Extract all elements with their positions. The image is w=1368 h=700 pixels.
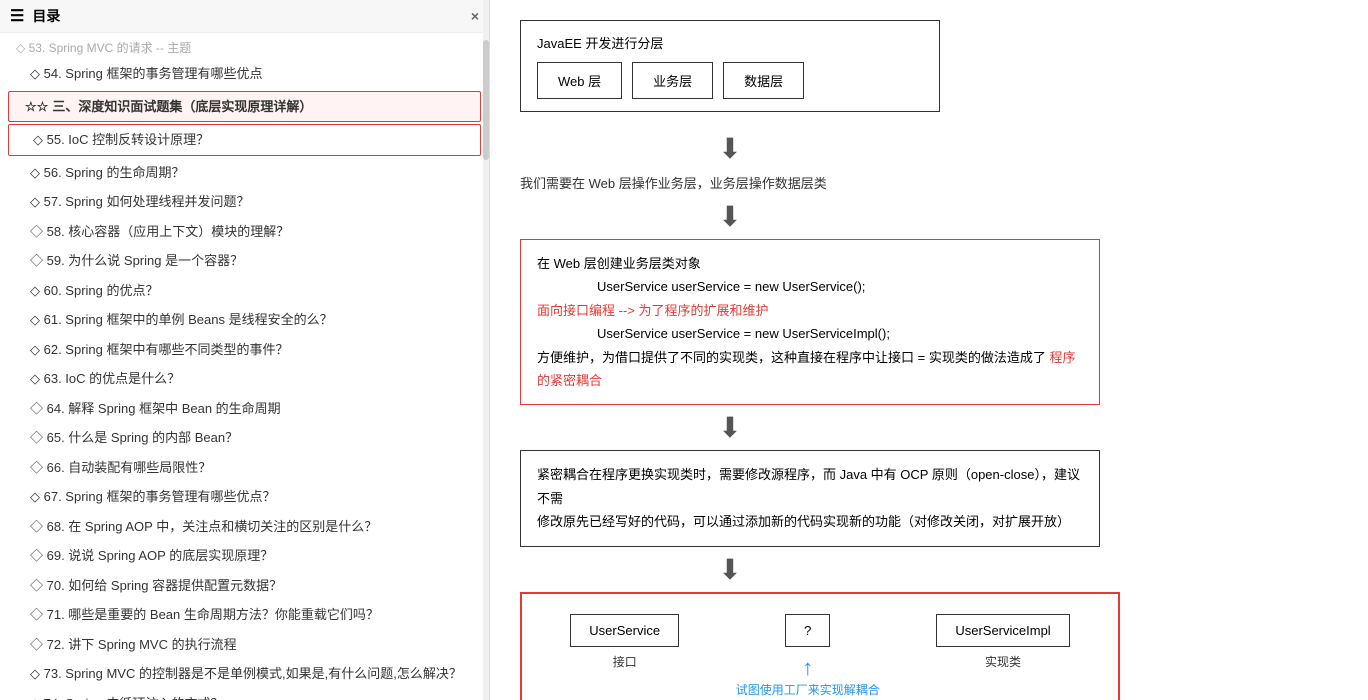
javaee-diagram: JavaEE 开发进行分层 Web 层 业务层 数据层 bbox=[520, 20, 1338, 112]
javaee-box: JavaEE 开发进行分层 Web 层 业务层 数据层 bbox=[520, 20, 940, 112]
toc-item-67[interactable]: ◇ 67. Spring 框架的事务管理有哪些优点？ bbox=[0, 482, 489, 512]
factory-node-userservice: UserService 接口 bbox=[570, 614, 679, 670]
arrow-down-2: ⬇ bbox=[520, 200, 940, 233]
javaee-title: JavaEE 开发进行分层 bbox=[537, 33, 923, 52]
toc-item-61[interactable]: ◇ 61. Spring 框架中的单例 Beans 是线程安全的么？ bbox=[0, 305, 489, 335]
userimpl-box: UserServiceImpl bbox=[936, 614, 1069, 647]
toc-scrollbar-thumb[interactable] bbox=[483, 40, 489, 160]
factory-arrow-text: 试图使用工厂来实现解耦合 bbox=[736, 681, 880, 698]
toc-item-label: ◇ 56. Spring 的生命周期？ bbox=[30, 163, 184, 183]
toc-item-72[interactable]: ◇ 72. 讲下 Spring MVC 的执行流程 bbox=[0, 630, 489, 660]
factory-node-question: ? ↑ 试图使用工厂来实现解耦合 Factory bbox=[736, 614, 880, 700]
toc-item-label: ◇ 58. 核心容器（应用上下文）模块的理解？ bbox=[30, 222, 289, 242]
userimpl-sublabel: 实现类 bbox=[985, 653, 1021, 670]
toc-item-58[interactable]: ◇ 58. 核心容器（应用上下文）模块的理解？ bbox=[0, 217, 489, 247]
toc-item-74[interactable]: ◇ 74. Spring 中循环注入的方式？ bbox=[0, 689, 489, 700]
toc-item-54[interactable]: ◇ 54. Spring 框架的事务管理有哪些优点 bbox=[0, 59, 489, 89]
arrow-down-3: ⬇ bbox=[520, 411, 940, 444]
toc-item-label: 三、深度知识面试题集（底层实现原理详解） bbox=[52, 97, 312, 117]
desc2-line2: 修改原先已经写好的代码，可以通过添加新的代码实现新的功能（对修改关闭，对扩展开放… bbox=[537, 510, 1083, 533]
toc-item-56[interactable]: ◇ 56. Spring 的生命周期？ bbox=[0, 158, 489, 188]
code-box-title: 在 Web 层创建业务层类对象 bbox=[537, 252, 1083, 275]
toc-title: 目录 bbox=[32, 6, 60, 26]
toc-item-label: ◇ 59. 为什么说 Spring 是一个容器？ bbox=[30, 251, 243, 271]
toc-item-label: ◇ 65. 什么是 Spring 的内部 Bean？ bbox=[30, 428, 238, 448]
factory-top-row: UserService 接口 ? ↑ 试图使用工厂来实现解耦合 Factory bbox=[542, 614, 1098, 700]
question-box: ? bbox=[785, 614, 830, 647]
toc-item-64[interactable]: ◇ 64. 解释 Spring 框架中 Bean 的生命周期 bbox=[0, 394, 489, 424]
toc-item-cutoff-top[interactable]: ◇ 53. Spring MVC 的请求 -- 主题 bbox=[0, 37, 489, 59]
toc-section-3[interactable]: ☆☆ 三、深度知识面试题集（底层实现原理详解） bbox=[8, 91, 481, 123]
toc-item-label: ◇ 61. Spring 框架中的单例 Beans 是线程安全的么？ bbox=[30, 310, 333, 330]
toc-section-icon: ☆☆ bbox=[25, 97, 48, 117]
toc-item-57[interactable]: ◇ 57. Spring 如何处理线程并发问题？ bbox=[0, 187, 489, 217]
layer-data: 数据层 bbox=[723, 62, 804, 99]
toc-item-55[interactable]: ◇ 55. IoC 控制反转设计原理？ bbox=[8, 124, 481, 156]
toc-item-label: ◇ 57. Spring 如何处理线程并发问题？ bbox=[30, 192, 249, 212]
toc-item-59[interactable]: ◇ 59. 为什么说 Spring 是一个容器？ bbox=[0, 246, 489, 276]
toc-item-label: ◇ 55. IoC 控制反转设计原理？ bbox=[33, 130, 209, 150]
toc-panel: ☰ 目录 × ◇ 53. Spring MVC 的请求 -- 主题 ◇ 54. … bbox=[0, 0, 490, 700]
userservice-sublabel: 接口 bbox=[613, 653, 637, 670]
toc-item-label: ◇ 60. Spring 的优点？ bbox=[30, 281, 158, 301]
code-box-1: 在 Web 层创建业务层类对象 UserService userService … bbox=[520, 239, 1100, 405]
arrow-down-4: ⬇ bbox=[520, 553, 940, 586]
content-panel: JavaEE 开发进行分层 Web 层 业务层 数据层 ⬇ 我们需要在 Web … bbox=[490, 0, 1368, 700]
toc-menu-icon: ☰ bbox=[10, 6, 24, 26]
userimpl-label: UserServiceImpl bbox=[955, 623, 1050, 638]
userservice-label: UserService bbox=[589, 623, 660, 638]
desc-1: 我们需要在 Web 层操作业务层，业务层操作数据层类 bbox=[520, 173, 1120, 192]
toc-item-label: ◇ 66. 自动装配有哪些局限性？ bbox=[30, 458, 211, 478]
layer-business: 业务层 bbox=[632, 62, 713, 99]
toc-item-63[interactable]: ◇ 63. IoC 的优点是什么？ bbox=[0, 364, 489, 394]
code-line-2: 面向接口编程 --> 为了程序的扩展和维护 bbox=[537, 299, 1083, 322]
arrow-down-1: ⬇ bbox=[520, 132, 940, 165]
userservice-box: UserService bbox=[570, 614, 679, 647]
toc-scrollbar[interactable] bbox=[483, 0, 489, 700]
toc-item-label: ◇ 71. 哪些是重要的 Bean 生命周期方法？你能重载它们吗？ bbox=[30, 605, 379, 625]
toc-item-label: ◇ 67. Spring 框架的事务管理有哪些优点？ bbox=[30, 487, 275, 507]
toc-item-label: ◇ 72. 讲下 Spring MVC 的执行流程 bbox=[30, 635, 237, 655]
toc-item-label: ◇ 69. 说说 Spring AOP 的底层实现原理？ bbox=[30, 546, 273, 566]
toc-item-label: ◇ 74. Spring 中循环注入的方式？ bbox=[30, 694, 223, 700]
code-line-1: UserService userService = new UserServic… bbox=[537, 275, 1083, 298]
toc-item-65[interactable]: ◇ 65. 什么是 Spring 的内部 Bean？ bbox=[0, 423, 489, 453]
toc-item-label: ◇ 64. 解释 Spring 框架中 Bean 的生命周期 bbox=[30, 399, 281, 419]
toc-item-label: ◇ 53. Spring MVC 的请求 -- 主题 bbox=[16, 39, 191, 57]
desc2-line1: 紧密耦合在程序更换实现类时，需要修改源程序，而 Java 中有 OCP 原则（o… bbox=[537, 463, 1083, 510]
toc-header: ☰ 目录 × bbox=[0, 0, 489, 33]
code-line-4-text: 方便维护，为借口提供了不同的实现类，这种直接在程序中让接口 = 实现类的做法造成… bbox=[537, 350, 1049, 365]
factory-node-userimpl: UserServiceImpl 实现类 bbox=[936, 614, 1069, 670]
question-label: ? bbox=[804, 623, 811, 638]
toc-item-label: ◇ 73. Spring MVC 的控制器是不是单例模式,如果是,有什么问题,怎… bbox=[30, 664, 462, 684]
toc-item-70[interactable]: ◇ 70. 如何给 Spring 容器提供配置元数据？ bbox=[0, 571, 489, 601]
arrow-up-icon: ↑ bbox=[802, 655, 813, 681]
toc-item-71[interactable]: ◇ 71. 哪些是重要的 Bean 生命周期方法？你能重载它们吗？ bbox=[0, 600, 489, 630]
code-line-3: UserService userService = new UserServic… bbox=[537, 322, 1083, 345]
factory-diagram-box: UserService 接口 ? ↑ 试图使用工厂来实现解耦合 Factory bbox=[520, 592, 1120, 700]
info-box: 紧密耦合在程序更换实现类时，需要修改源程序，而 Java 中有 OCP 原则（o… bbox=[520, 450, 1100, 546]
toc-item-label: ◇ 62. Spring 框架中有哪些不同类型的事件？ bbox=[30, 340, 288, 360]
toc-item-60[interactable]: ◇ 60. Spring 的优点？ bbox=[0, 276, 489, 306]
toc-close-button[interactable]: × bbox=[471, 8, 479, 24]
toc-item-69[interactable]: ◇ 69. 说说 Spring AOP 的底层实现原理？ bbox=[0, 541, 489, 571]
toc-item-62[interactable]: ◇ 62. Spring 框架中有哪些不同类型的事件？ bbox=[0, 335, 489, 365]
toc-item-73[interactable]: ◇ 73. Spring MVC 的控制器是不是单例模式,如果是,有什么问题,怎… bbox=[0, 659, 489, 689]
toc-item-68[interactable]: ◇ 68. 在 Spring AOP 中，关注点和横切关注的区别是什么？ bbox=[0, 512, 489, 542]
toc-item-label: ◇ 70. 如何给 Spring 容器提供配置元数据？ bbox=[30, 576, 282, 596]
toc-item-label: ◇ 63. IoC 的优点是什么？ bbox=[30, 369, 180, 389]
toc-item-label: ◇ 68. 在 Spring AOP 中，关注点和横切关注的区别是什么？ bbox=[30, 517, 377, 537]
javaee-layers: Web 层 业务层 数据层 bbox=[537, 62, 923, 99]
toc-item-66[interactable]: ◇ 66. 自动装配有哪些局限性？ bbox=[0, 453, 489, 483]
toc-item-label: ◇ 54. Spring 框架的事务管理有哪些优点 bbox=[30, 64, 262, 84]
code-line-4: 方便维护，为借口提供了不同的实现类，这种直接在程序中让接口 = 实现类的做法造成… bbox=[537, 346, 1083, 393]
layer-web: Web 层 bbox=[537, 62, 622, 99]
toc-header-left: ☰ 目录 bbox=[10, 6, 60, 26]
factory-arrow-area: ↑ 试图使用工厂来实现解耦合 Factory bbox=[736, 655, 880, 700]
toc-body: ◇ 53. Spring MVC 的请求 -- 主题 ◇ 54. Spring … bbox=[0, 33, 489, 700]
